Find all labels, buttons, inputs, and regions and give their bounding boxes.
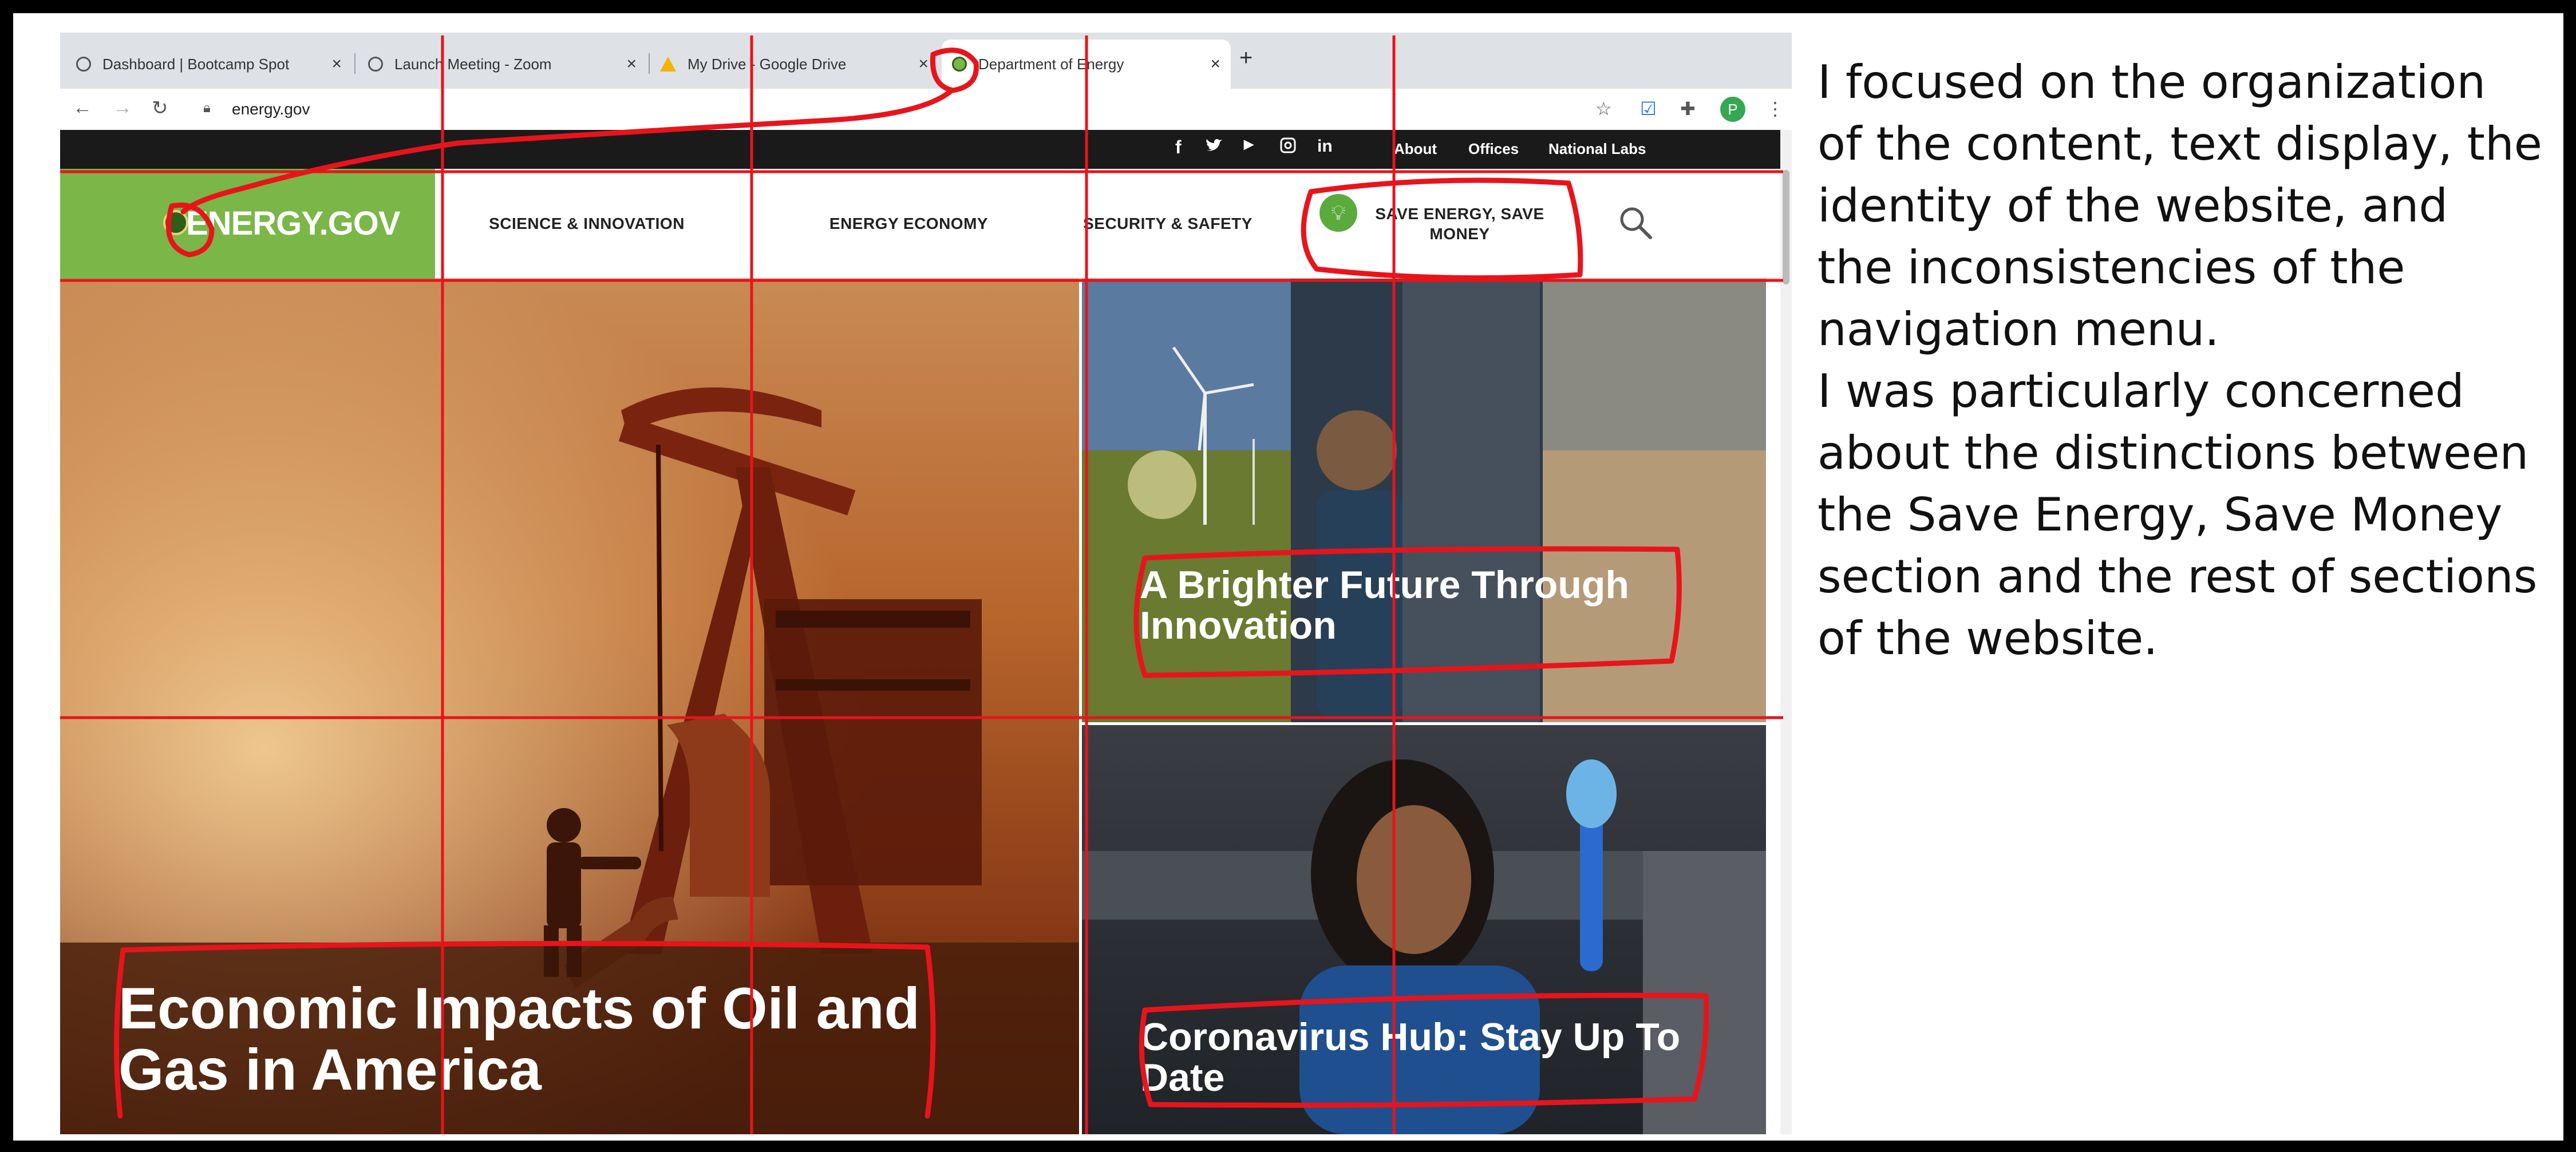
search-icon[interactable] [1617, 204, 1654, 241]
page-scrollbar[interactable] [1780, 130, 1792, 1134]
wind-lab-collage [1082, 279, 1766, 722]
doe-seal-icon [163, 210, 188, 235]
tab-label: Dashboard | Bootcamp Spot [102, 55, 290, 73]
tab-department-of-energy[interactable]: Department of Energy × [942, 39, 1231, 89]
star-icon[interactable]: ☆ [1595, 98, 1612, 120]
avatar[interactable]: P [1720, 97, 1745, 122]
reload-icon[interactable]: ↻ [152, 97, 168, 120]
linkedin-icon[interactable]: in [1317, 137, 1333, 156]
puzzle-icon[interactable]: ✚ [1680, 98, 1696, 120]
hero-oil-gas[interactable]: Economic Impacts of Oil and Gas in Ameri… [60, 279, 1079, 1134]
nav-science-innovation[interactable]: SCIENCE & INNOVATION [438, 169, 736, 279]
commentary-line: navigation menu. [1818, 303, 2219, 356]
close-icon[interactable]: × [918, 54, 929, 74]
commentary-line: identity of the website, and [1818, 179, 2448, 232]
commentary-line: about the distinctions between [1818, 426, 2529, 480]
close-icon[interactable]: × [626, 54, 637, 74]
about-link[interactable]: About [1394, 140, 1437, 158]
commentary-line: I focused on the organization [1818, 56, 2486, 109]
hero-innovation[interactable]: A Brighter Future Through Innovation [1082, 279, 1766, 722]
main-navigation: ENERGY.GOV SCIENCE & INNOVATION ENERGY E… [60, 169, 1780, 279]
nav-save-energy-save-money[interactable]: SAVE ENERGY, SAVE MONEY [1374, 169, 1546, 279]
doe-seal-icon [952, 57, 967, 72]
address-bar: ← → ↻ 🔒︎ energy.gov ☆ ☑ ✚ P ⋮ [60, 89, 1792, 130]
hero-title-innovation[interactable]: A Brighter Future Through Innovation [1140, 564, 1758, 647]
logo-text: ENERGY.GOV [186, 205, 401, 242]
twitter-icon[interactable] [1205, 137, 1223, 158]
browser-screenshot: Dashboard | Bootcamp Spot × Launch Meeti… [60, 33, 1792, 1134]
commentary-line: of the website. [1818, 612, 2158, 665]
globe-icon [76, 57, 91, 72]
google-drive-icon [660, 57, 676, 72]
commentary-line: of the content, text display, the [1818, 117, 2542, 171]
nav-energy-economy[interactable]: ENERGY ECONOMY [738, 169, 1079, 279]
youtube-icon[interactable]: ▶ [1244, 137, 1254, 152]
tab-zoom[interactable]: Launch Meeting - Zoom × [358, 39, 647, 89]
utility-bar: f ▶ in About Offices National Labs [60, 130, 1780, 169]
commentary-line: I was particularly concerned [1818, 365, 2464, 418]
tab-separator [354, 53, 355, 74]
commentary-text: I focused on the organization of the con… [1818, 52, 2542, 670]
commentary-line: the inconsistencies of the [1818, 241, 2405, 294]
forward-arrow-icon[interactable]: → [113, 97, 132, 119]
site-logo[interactable]: ENERGY.GOV [60, 169, 435, 279]
tab-bootcamp[interactable]: Dashboard | Bootcamp Spot × [66, 39, 352, 89]
lock-icon[interactable]: 🔒︎ [203, 100, 211, 116]
national-labs-link[interactable]: National Labs [1548, 140, 1646, 158]
commentary-line: section and the rest of sections [1818, 550, 2538, 603]
scrollbar-thumb[interactable] [1783, 170, 1789, 284]
facebook-icon[interactable]: f [1175, 137, 1182, 158]
url-field[interactable]: energy.gov [232, 100, 310, 118]
back-arrow-icon[interactable]: ← [73, 97, 92, 119]
instagram-icon[interactable] [1279, 137, 1297, 159]
tab-label: Launch Meeting - Zoom [394, 55, 552, 73]
tab-label: My Drive - Google Drive [688, 55, 847, 73]
more-icon[interactable]: ⋮ [1766, 98, 1784, 120]
tab-label: Department of Energy [978, 55, 1124, 73]
hero-coronavirus[interactable]: Coronavirus Hub: Stay Up To Date [1082, 725, 1766, 1134]
extension-check-icon[interactable]: ☑ [1640, 98, 1657, 120]
globe-icon [368, 57, 383, 72]
energy-gov-page: f ▶ in About Offices National Labs ENERG… [60, 130, 1780, 1134]
close-icon[interactable]: × [1210, 54, 1220, 74]
close-icon[interactable]: × [331, 54, 342, 74]
commentary-line: the Save Energy, Save Money [1818, 488, 2503, 541]
new-tab-button[interactable]: + [1239, 45, 1253, 71]
lightbulb-icon: 💡︎ [1319, 194, 1357, 232]
nav-security-safety[interactable]: SECURITY & SAFETY [1082, 169, 1254, 279]
hero-title-oil-gas[interactable]: Economic Impacts of Oil and Gas in Ameri… [118, 977, 977, 1100]
tab-google-drive[interactable]: My Drive - Google Drive × [650, 39, 939, 89]
tab-bar: Dashboard | Bootcamp Spot × Launch Meeti… [60, 33, 1792, 89]
offices-link[interactable]: Offices [1468, 140, 1519, 158]
hero-title-coronavirus[interactable]: Coronavirus Hub: Stay Up To Date [1140, 1016, 1759, 1099]
